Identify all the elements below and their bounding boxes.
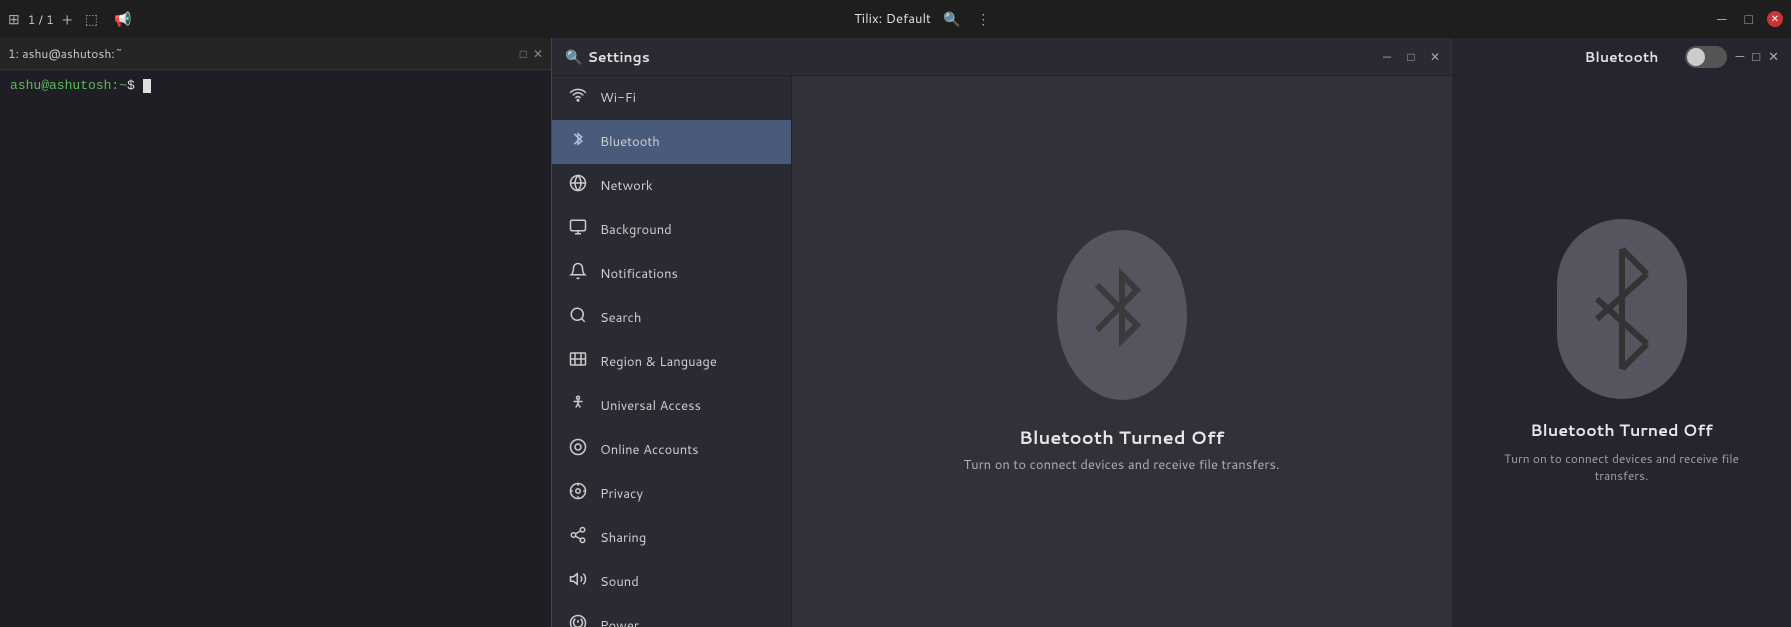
bluetooth-icon	[568, 130, 588, 154]
settings-body: Wi-Fi Bluetooth	[552, 76, 1451, 627]
sidebar-item-universal-access-label: Universal Access	[600, 397, 775, 415]
terminal-close-btn[interactable]: ✕	[533, 45, 543, 62]
settings-search-icon[interactable]: 🔍	[560, 45, 587, 69]
tilix-maximize-button[interactable]: □	[1741, 7, 1757, 31]
sidebar-item-region-label: Region & Language	[600, 353, 775, 371]
settings-header-left: 🔍	[560, 45, 587, 69]
grid-icon[interactable]: ⊞	[8, 9, 20, 29]
sidebar-item-network-label: Network	[600, 177, 775, 195]
bluetooth-panel-maximize[interactable]: □	[1752, 48, 1760, 66]
settings-maximize-button[interactable]: □	[1403, 49, 1419, 65]
sidebar-item-online-accounts-label: Online Accounts	[600, 441, 775, 459]
wifi-icon	[568, 86, 588, 110]
sidebar-item-bluetooth-label: Bluetooth	[600, 133, 775, 151]
privacy-icon	[568, 482, 588, 506]
tab-count: 1 / 1	[28, 11, 54, 28]
online-accounts-icon	[568, 438, 588, 462]
bluetooth-symbol-svg	[1587, 244, 1657, 374]
bluetooth-panel-content: Bluetooth Turned Off Turn on to connect …	[1452, 76, 1791, 627]
bluetooth-detail-title: Bluetooth	[1569, 47, 1674, 67]
sidebar-item-power-label: Power	[600, 617, 775, 627]
bluetooth-toggle[interactable]	[1685, 46, 1727, 68]
tilix-titlebar: ⊞ 1 / 1 + ⬚ 📢 Tilix: Default 🔍 ⋮ — □ ✕	[0, 0, 1791, 38]
settings-minimize-button[interactable]: —	[1379, 49, 1395, 65]
bluetooth-turned-off-subtitle: Turn on to connect devices and receive f…	[963, 456, 1279, 474]
universal-access-icon	[568, 394, 588, 418]
sidebar-item-privacy-label: Privacy	[600, 485, 775, 503]
sidebar-item-background[interactable]: Background	[552, 208, 791, 252]
tilix-search-icon[interactable]: 🔍	[939, 7, 964, 31]
terminal-maximize-btn[interactable]: □	[520, 45, 527, 62]
sidebar-item-notifications[interactable]: Notifications	[552, 252, 791, 296]
sharing-icon	[568, 526, 588, 550]
terminal-cursor	[143, 79, 151, 93]
tilix-menu-icon[interactable]: ⋮	[972, 7, 994, 31]
new-pane-icon[interactable]: ⬚	[81, 7, 102, 31]
bluetooth-icon-container	[1057, 230, 1187, 400]
sidebar-item-search[interactable]: Search	[552, 296, 791, 340]
settings-close-button[interactable]: ✕	[1427, 49, 1443, 65]
search-icon	[568, 306, 588, 330]
sidebar-item-region[interactable]: Region & Language	[552, 340, 791, 384]
sidebar-item-power[interactable]: Power	[552, 604, 791, 627]
sidebar-item-search-label: Search	[600, 309, 775, 327]
tilix-window-controls: — □ ✕	[1713, 7, 1783, 31]
sidebar-item-universal-access[interactable]: Universal Access	[552, 384, 791, 428]
terminal-tab-controls: □ ✕	[520, 45, 543, 62]
bluetooth-content-title: Bluetooth Turned Off	[1530, 419, 1712, 442]
terminal-content: ashu@ashutosh:~$	[0, 70, 551, 627]
bluetooth-toggle-knob	[1687, 48, 1705, 66]
terminal-pane: 1: ashu@ashutosh:~ □ ✕ ashu@ashutosh:~$	[0, 38, 551, 627]
bluetooth-detail-panel: Bluetooth — □ ✕	[1451, 38, 1791, 627]
bluetooth-panel-minimize[interactable]: —	[1735, 48, 1744, 66]
tilix-close-button[interactable]: ✕	[1767, 11, 1783, 27]
terminal-tab-bar: 1: ashu@ashutosh:~ □ ✕	[0, 38, 551, 70]
tilix-center: Tilix: Default 🔍 ⋮	[135, 7, 1713, 31]
settings-window-controls: — □ ✕	[1379, 49, 1443, 65]
terminal-prompt-user: ashu@ashutosh:	[10, 78, 119, 93]
notifications-icon	[568, 262, 588, 286]
bluetooth-content-subtitle: Turn on to connect devices and receive f…	[1492, 450, 1752, 484]
add-tab-button[interactable]: +	[62, 8, 73, 31]
main-area: 1: ashu@ashutosh:~ □ ✕ ashu@ashutosh:~$ …	[0, 38, 1791, 627]
background-icon	[568, 218, 588, 242]
tilix-tab-title: Tilix: Default	[854, 10, 931, 28]
sidebar-item-online-accounts[interactable]: Online Accounts	[552, 428, 791, 472]
sidebar-item-network[interactable]: Network	[552, 164, 791, 208]
region-icon	[568, 350, 588, 374]
bluetooth-panel-close[interactable]: ✕	[1768, 48, 1779, 66]
sidebar-item-privacy[interactable]: Privacy	[552, 472, 791, 516]
sidebar-item-sound-label: Sound	[600, 573, 775, 591]
sidebar-item-sharing-label: Sharing	[600, 529, 775, 547]
bluetooth-turned-off-title: Bluetooth Turned Off	[1019, 424, 1224, 450]
sidebar-item-wifi-label: Wi-Fi	[600, 89, 775, 107]
tilix-minimize-button[interactable]: —	[1713, 7, 1730, 31]
power-icon	[568, 614, 588, 627]
terminal-tab-label[interactable]: 1: ashu@ashutosh:~	[8, 45, 123, 62]
bluetooth-main-icon	[1082, 260, 1162, 370]
sidebar-item-bluetooth[interactable]: Bluetooth	[552, 120, 791, 164]
sound-icon	[568, 570, 588, 594]
terminal-prompt-path: ~	[119, 78, 127, 93]
broadcast-icon[interactable]: 📢	[110, 7, 135, 31]
bluetooth-oval-icon	[1557, 219, 1687, 399]
settings-title: Settings	[587, 47, 649, 67]
sidebar-item-sound[interactable]: Sound	[552, 560, 791, 604]
network-icon	[568, 174, 588, 198]
bluetooth-detail-header: Bluetooth — □ ✕	[1452, 38, 1791, 76]
settings-sidebar: Wi-Fi Bluetooth	[552, 76, 792, 627]
sidebar-item-sharing[interactable]: Sharing	[552, 516, 791, 560]
sidebar-item-background-label: Background	[600, 221, 775, 239]
tilix-left-controls: ⊞ 1 / 1 + ⬚ 📢	[8, 7, 135, 31]
settings-window: 🔍 Settings — □ ✕	[551, 38, 1451, 627]
sidebar-item-notifications-label: Notifications	[600, 265, 775, 283]
terminal-prompt-symbol: $	[127, 78, 143, 93]
settings-content: Bluetooth Turned Off Turn on to connect …	[792, 76, 1451, 627]
sidebar-item-wifi[interactable]: Wi-Fi	[552, 76, 791, 120]
settings-header: 🔍 Settings — □ ✕	[552, 38, 1451, 76]
